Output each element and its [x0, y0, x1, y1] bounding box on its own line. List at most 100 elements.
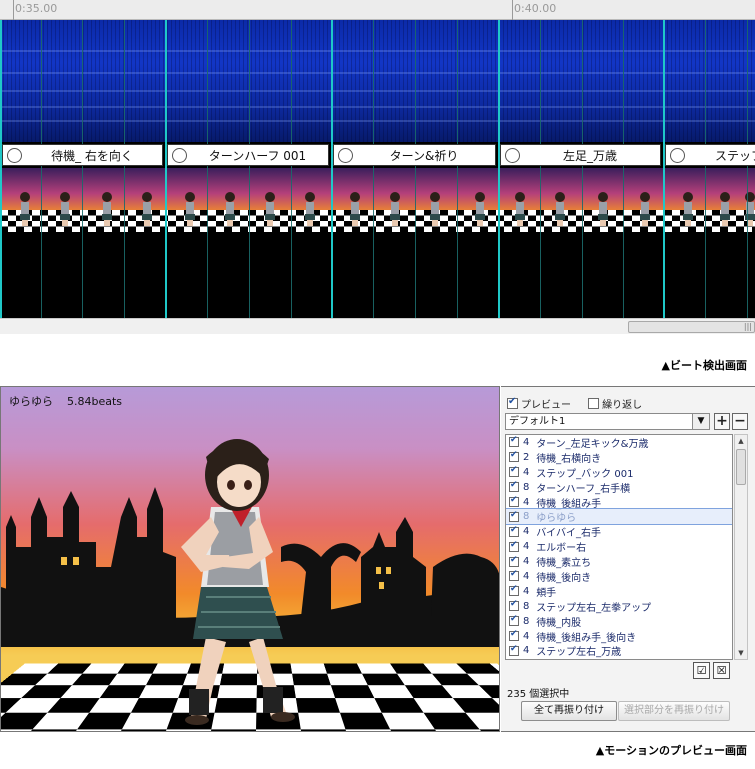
dancer-thumbnail	[60, 192, 70, 226]
motion-list-item[interactable]: 4 頬手	[506, 584, 732, 599]
motion-list-item[interactable]: 4 待機_素立ち	[506, 554, 732, 569]
motion-checkbox[interactable]	[509, 527, 519, 537]
scrollbar-thumb[interactable]	[736, 449, 746, 485]
motion-list-panel: プレビュー 繰り返し デフォルト1 ▼ + − 4 ターン_左足キック&万歳 2…	[501, 386, 755, 732]
motion-checkbox[interactable]	[509, 512, 519, 522]
motion-list-item[interactable]: 4 待機_後組み手	[506, 495, 732, 510]
motion-checkbox[interactable]	[509, 452, 519, 462]
motion-checkbox[interactable]	[509, 542, 519, 552]
beat-timeline[interactable]: 待機_ 右を向く ターンハーフ 001 ターン&祈り 左足_万歳 ステップ左	[0, 20, 755, 318]
beat-length: 5.84beats	[67, 395, 122, 408]
tick-mark	[512, 0, 513, 20]
horizontal-scrollbar[interactable]: |||	[0, 318, 755, 334]
check-all-icon[interactable]: ☑	[693, 662, 710, 679]
segment-label[interactable]: ターン&祈り	[333, 144, 496, 166]
motion-checkbox[interactable]	[509, 616, 519, 626]
motion-list-item[interactable]: 8 ステップ左右_左拳アップ	[506, 599, 732, 614]
preview-screen-caption: ▲モーションのプレビュー画面	[596, 742, 747, 758]
motion-name: 待機_内股	[536, 614, 581, 629]
motion-name: ターン_左足キック&万歳	[536, 435, 648, 450]
scroll-down-icon[interactable]: ▼	[735, 647, 747, 659]
segment-label[interactable]: ターンハーフ 001	[167, 144, 329, 166]
dancer-thumbnail	[350, 192, 360, 226]
motion-checkbox[interactable]	[509, 571, 519, 581]
motion-checkbox[interactable]	[509, 437, 519, 447]
segment-motion-name: ステップ左	[685, 147, 755, 164]
motion-checkbox[interactable]	[509, 497, 519, 507]
beat-line	[415, 20, 416, 318]
segment-boundary[interactable]	[331, 20, 333, 318]
preset-value: デフォルト1	[509, 416, 565, 427]
motion-checkbox[interactable]	[509, 557, 519, 567]
segment-boundary[interactable]	[0, 20, 2, 318]
segment-motion-name: 左足_万歳	[520, 147, 660, 164]
motion-list-item[interactable]: 8 待機_内股	[506, 614, 732, 629]
preview-header: ゆらゆら 5.84beats	[9, 393, 136, 409]
dancer-thumbnail	[555, 192, 565, 226]
beat-line	[207, 20, 208, 318]
dancer-thumbnail	[475, 192, 485, 226]
motion-list-item[interactable]: 4 バイバイ_右手	[506, 524, 732, 539]
segment-motion-name: ターン&祈り	[353, 147, 495, 164]
motion-checkbox[interactable]	[509, 586, 519, 596]
uncheck-all-icon[interactable]: ☒	[713, 662, 730, 679]
dancer-thumbnail	[20, 192, 30, 226]
time-ruler[interactable]: 0:35.00 0:40.00	[0, 0, 755, 20]
segment-label[interactable]: 待機_ 右を向く	[2, 144, 163, 166]
segment-radio[interactable]	[505, 148, 520, 163]
motion-list-item[interactable]: 4 ステップ左右_万歳	[506, 643, 732, 658]
vertical-scrollbar[interactable]: ▲ ▼	[734, 434, 748, 660]
motion-name: ステップ_バック 001	[536, 465, 633, 480]
motion-name: ターンハーフ_右手横	[536, 480, 630, 495]
segment-label[interactable]: ステップ左	[665, 144, 755, 166]
motion-list-item[interactable]: 4 ターン_左足キック&万歳	[506, 435, 732, 450]
segment-boundary[interactable]	[498, 20, 500, 318]
segment-boundary[interactable]	[165, 20, 167, 318]
motion-list-item[interactable]: 4 ステップ_バック 001	[506, 465, 732, 480]
dropdown-arrow-icon[interactable]: ▼	[692, 414, 709, 429]
dancer-thumbnail	[390, 192, 400, 226]
preset-dropdown[interactable]: デフォルト1 ▼	[505, 413, 710, 430]
segment-boundary[interactable]	[663, 20, 665, 318]
motion-list-item[interactable]: 4 エルボー右	[506, 539, 732, 554]
motion-checkbox[interactable]	[509, 601, 519, 611]
motion-list-item[interactable]: 8 ターンハーフ_右手横	[506, 480, 732, 495]
selection-count: 235 個選択中	[507, 685, 569, 700]
segment-label[interactable]: 左足_万歳	[500, 144, 661, 166]
motion-list-item-selected[interactable]: 8 ゆらゆら	[506, 509, 732, 524]
motion-preview-viewport[interactable]: ゆらゆら 5.84beats	[0, 386, 500, 732]
beat-screen-caption: ▲ビート検出画面	[662, 357, 747, 373]
motion-list-item[interactable]: 4 待機_後向き	[506, 569, 732, 584]
dancer-thumbnail	[430, 192, 440, 226]
dancer-thumbnail	[683, 192, 693, 226]
motion-list-item[interactable]: 2 待機_右横向き	[506, 450, 732, 465]
motion-name: 待機_後組み手_後向き	[536, 629, 636, 644]
reassign-selected-button[interactable]: 選択部分を再振り付け	[618, 701, 730, 721]
motion-name: ステップ左右_左拳アップ	[536, 599, 651, 614]
motion-name: 待機_右横向き	[536, 450, 601, 465]
add-preset-button[interactable]: +	[714, 413, 730, 430]
motion-checkbox[interactable]	[509, 646, 519, 656]
scrollbar-thumb[interactable]: |||	[628, 321, 755, 333]
motion-name: 待機_素立ち	[536, 554, 591, 569]
motion-list-item[interactable]: 4 待機_後組み手_後向き	[506, 629, 732, 644]
motion-checkbox[interactable]	[509, 482, 519, 492]
preview-checkbox[interactable]	[507, 398, 518, 409]
motion-checkbox[interactable]	[509, 467, 519, 477]
segment-motion-name: 待機_ 右を向く	[22, 147, 162, 164]
motion-list[interactable]: 4 ターン_左足キック&万歳 2 待機_右横向き 4 ステップ_バック 001 …	[505, 434, 733, 660]
segment-motion-name: ターンハーフ 001	[187, 147, 328, 164]
dancer-thumbnail	[185, 192, 195, 226]
segment-radio[interactable]	[7, 148, 22, 163]
scroll-up-icon[interactable]: ▲	[735, 435, 747, 447]
reassign-all-button[interactable]: 全て再振り付け	[521, 701, 617, 721]
segment-radio[interactable]	[670, 148, 685, 163]
motion-checkbox[interactable]	[509, 631, 519, 641]
beat-line	[124, 20, 125, 318]
spectrogram	[0, 20, 755, 142]
loop-checkbox-label: 繰り返し	[602, 400, 642, 411]
remove-preset-button[interactable]: −	[732, 413, 748, 430]
segment-radio[interactable]	[338, 148, 353, 163]
loop-checkbox[interactable]	[588, 398, 599, 409]
segment-radio[interactable]	[172, 148, 187, 163]
